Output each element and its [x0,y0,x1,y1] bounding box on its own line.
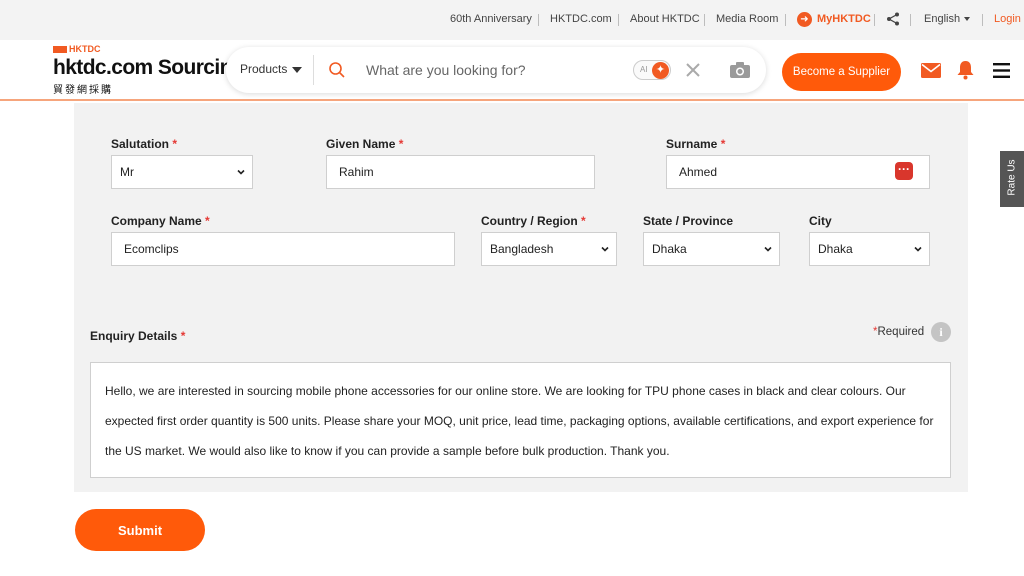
salutation-select[interactable]: Mr [111,155,253,189]
enquiry-details-label: Enquiry Details * [90,329,186,343]
separator [618,14,619,26]
link-myhktdc[interactable]: MyHKTDC [817,13,871,25]
surname-label: Surname * [666,137,726,151]
close-icon[interactable] [684,61,702,79]
submit-button[interactable]: Submit [75,509,205,551]
myhktdc-arrow-icon: ➜ [797,12,812,27]
info-icon[interactable]: i [931,322,951,342]
chevron-down-icon [964,17,971,22]
state-province-value: Dhaka [652,242,687,256]
surname-field[interactable] [666,155,930,189]
logo-brand: HKTDC [69,44,101,54]
link-media-room[interactable]: Media Room [716,13,778,25]
products-dropdown[interactable]: Products [240,62,303,76]
ai-sparkle-icon: ✦ [652,62,669,79]
separator [538,14,539,26]
city-select[interactable]: Dhaka [809,232,930,266]
rate-us-tab[interactable]: Rate Us [1000,151,1024,207]
link-hktdc-com[interactable]: HKTDC.com [550,13,612,25]
language-label: English [924,13,961,25]
separator [910,14,911,26]
menu-icon[interactable] [993,63,1010,78]
state-province-select[interactable]: Dhaka [643,232,780,266]
chevron-down-icon [764,246,772,252]
given-name-field[interactable] [326,155,595,189]
main-header: HKTDC hktdc.com Sourcing 貿發網採購 Products … [0,40,1024,101]
search-input[interactable] [366,57,616,83]
become-supplier-button[interactable]: Become a Supplier [782,53,901,91]
company-name-field[interactable] [111,232,455,266]
search-bar: Products AI ✦ [226,47,766,93]
separator [982,14,983,26]
state-province-label: State / Province [643,214,734,228]
link-about-hktdc[interactable]: About HKTDC [630,13,700,25]
search-icon[interactable] [328,61,346,79]
login-link[interactable]: Login [994,13,1021,25]
share-icon[interactable] [886,12,900,26]
logo-title[interactable]: hktdc.com Sourcing [53,56,245,80]
salutation-value: Mr [120,165,134,179]
enquiry-details-textarea[interactable]: Hello, we are interested in sourcing mob… [90,362,951,478]
chevron-down-icon [601,246,609,252]
ai-label: AI [640,65,648,74]
mail-icon[interactable] [921,63,941,78]
city-label: City [809,214,832,228]
link-60th-anniversary[interactable]: 60th Anniversary [450,13,532,25]
language-select[interactable]: English [924,13,971,25]
chevron-down-icon [237,169,245,175]
country-region-value: Bangladesh [490,242,554,256]
separator [785,14,786,26]
camera-icon[interactable] [729,61,751,79]
utility-bar: 60th Anniversary HKTDC.com About HKTDC M… [0,0,1024,40]
separator [874,14,875,26]
caret-down-icon [292,66,303,73]
chevron-down-icon [914,246,922,252]
company-name-label: Company Name * [111,214,210,228]
divider [313,55,314,85]
required-note: *Required [873,326,925,338]
bell-icon[interactable] [956,60,975,80]
logo-subtitle: 貿發網採購 [53,85,113,96]
more-dots-icon[interactable]: ··· [895,162,913,180]
country-region-select[interactable]: Bangladesh [481,232,617,266]
given-name-label: Given Name * [326,137,404,151]
hktdc-logo[interactable]: HKTDC [53,44,101,54]
ai-search-toggle[interactable]: AI ✦ [633,60,671,80]
country-region-label: Country / Region * [481,214,586,228]
salutation-label: Salutation * [111,137,178,151]
products-label: Products [240,62,288,76]
city-value: Dhaka [818,242,853,256]
separator [704,14,705,26]
rate-us-label: Rate Us [1006,159,1018,196]
